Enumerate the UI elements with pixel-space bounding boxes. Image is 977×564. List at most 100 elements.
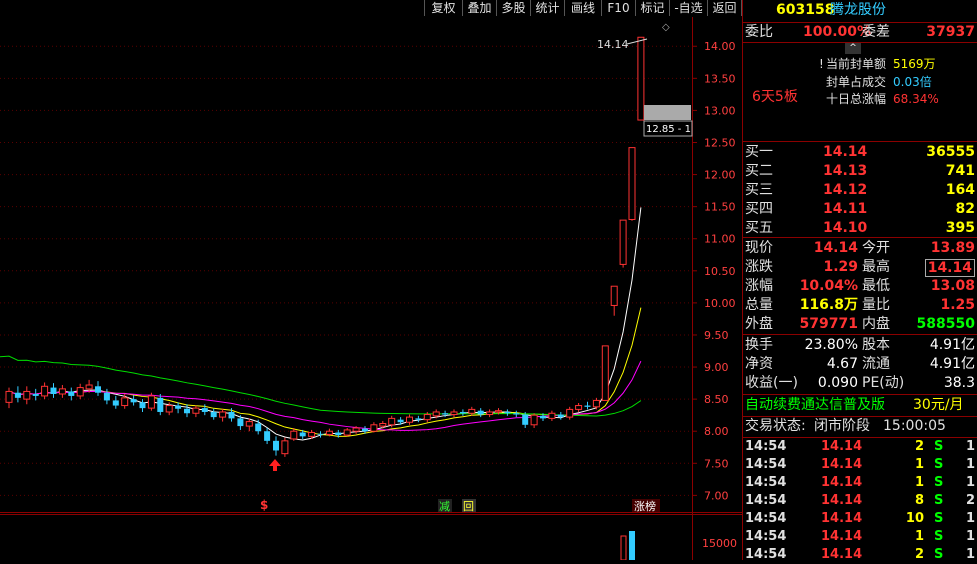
candle-body bbox=[121, 397, 129, 407]
candle-body bbox=[32, 394, 39, 396]
price-tick-label: 12.00 bbox=[704, 169, 736, 182]
candle-body bbox=[245, 421, 253, 427]
candle-body bbox=[308, 431, 316, 437]
tick-direction: S bbox=[934, 529, 944, 544]
grid-lines bbox=[0, 45, 692, 496]
kline-chart[interactable]: 14.00 13.50 13.00 12.50 12.00 11.50 11.00 10.50… bbox=[0, 17, 742, 560]
price-tick-label: 7.00 bbox=[704, 489, 729, 502]
tick-price: 14.14 bbox=[821, 511, 863, 526]
toolbar-button-watchlist[interactable]: -自选 bbox=[669, 0, 707, 16]
trade-state-value: 闭市阶段 bbox=[814, 418, 870, 434]
bid-row[interactable]: 买一 14.14 36555 bbox=[743, 143, 977, 162]
candle-body bbox=[575, 405, 583, 410]
candle-body bbox=[264, 431, 271, 441]
candle-body bbox=[548, 412, 556, 419]
bid-row[interactable]: 买三 14.12 164 bbox=[743, 181, 977, 200]
stock-name: 腾龙股份 bbox=[830, 2, 886, 18]
bid-label: 买一 bbox=[745, 144, 773, 160]
bid-volume: 82 bbox=[955, 201, 975, 217]
tick-price: 14.14 bbox=[821, 547, 863, 562]
bid-label: 买五 bbox=[745, 220, 773, 236]
tick-row: 14:54 14.14 2 S 1 bbox=[743, 546, 977, 564]
candle-body bbox=[299, 432, 306, 437]
price-tick-label: 7.50 bbox=[704, 457, 729, 470]
candle-body bbox=[601, 345, 609, 401]
toolbar-button-multi[interactable]: 多股 bbox=[496, 0, 530, 16]
bid-price: 14.14 bbox=[823, 144, 868, 160]
candle-body bbox=[432, 411, 440, 417]
price-tick-label: 9.50 bbox=[704, 329, 729, 342]
candle-body bbox=[540, 415, 546, 419]
fundamental-row: 换手 23.80% 股本 4.91亿 bbox=[743, 336, 977, 355]
candle-body bbox=[610, 285, 618, 306]
quote-label: 今开 bbox=[862, 240, 890, 256]
upgrade-ad[interactable]: 自动续费通达信普及版 30元/月 bbox=[743, 396, 977, 415]
tick-direction: S bbox=[934, 439, 944, 454]
expand-up-icon[interactable]: ^ bbox=[845, 43, 861, 54]
ad-text[interactable]: 自动续费通达信普及版 bbox=[745, 396, 885, 415]
bid-label: 买二 bbox=[745, 163, 773, 179]
trade-state-time: 15:00:05 bbox=[883, 418, 946, 434]
reduce-marker: 减 bbox=[439, 500, 450, 513]
fund-label: PE(动) bbox=[862, 375, 905, 391]
quote-value: 14.14 bbox=[924, 259, 975, 277]
candle-body bbox=[592, 399, 600, 408]
chart-toolbar: 复权 叠加 多股 统计 画线 F10 标记 -自选 返回 bbox=[0, 0, 742, 17]
candle-body bbox=[184, 408, 190, 414]
candle-body bbox=[58, 388, 66, 395]
tick-price: 14.14 bbox=[821, 493, 863, 508]
tick-time: 14:54 bbox=[745, 457, 787, 472]
price-tick-label: 10.50 bbox=[704, 265, 736, 278]
fund-value: 4.91亿 bbox=[929, 337, 975, 353]
toolbar-button-back[interactable]: 返回 bbox=[707, 0, 742, 16]
candle-body bbox=[228, 411, 235, 419]
bid-row[interactable]: 买五 14.10 395 bbox=[743, 219, 977, 238]
candle-body bbox=[397, 419, 404, 423]
price-tick-label: 12.50 bbox=[704, 136, 736, 149]
quote-value: 588550 bbox=[916, 316, 975, 332]
quote-label: 现价 bbox=[745, 240, 773, 256]
bid-row[interactable]: 买四 14.11 82 bbox=[743, 200, 977, 219]
candle-body bbox=[255, 423, 262, 432]
candle-body bbox=[522, 414, 529, 425]
tick-count: 1 bbox=[965, 439, 975, 454]
fundamental-row: 收益(一) 0.090 PE(动) 38.3 bbox=[743, 374, 977, 393]
current-price-tag-text: 12.85 - 1 bbox=[646, 124, 691, 135]
ad-price[interactable]: 30元/月 bbox=[913, 396, 964, 415]
quote-value: 14.14 bbox=[813, 240, 858, 256]
tick-direction: S bbox=[934, 493, 944, 508]
toolbar-button-draw[interactable]: 画线 bbox=[564, 0, 601, 16]
toolbar-button-fuquan[interactable]: 复权 bbox=[424, 0, 462, 16]
bid-row[interactable]: 买二 14.13 741 bbox=[743, 162, 977, 181]
toolbar-button-f10[interactable]: F10 bbox=[601, 0, 635, 16]
toolbar-button-mark[interactable]: 标记 bbox=[635, 0, 669, 16]
price-highlight-box bbox=[644, 105, 691, 120]
quote-label: 最高 bbox=[862, 259, 890, 275]
candle-body bbox=[76, 387, 84, 397]
kline-chart-svg[interactable]: 14.00 13.50 13.00 12.50 12.00 11.50 11.00 10.50… bbox=[0, 17, 742, 560]
candle-body bbox=[130, 399, 137, 403]
toolbar-button-overlay[interactable]: 叠加 bbox=[462, 0, 496, 16]
fund-value: 0.090 bbox=[817, 375, 858, 391]
toolbar-button-stats[interactable]: 统计 bbox=[530, 0, 564, 16]
quote-value: 13.08 bbox=[930, 278, 975, 294]
candle-body bbox=[210, 411, 217, 418]
quote-label: 涨幅 bbox=[745, 278, 773, 294]
candle-body bbox=[103, 392, 110, 401]
candle-body bbox=[379, 423, 387, 427]
tick-count: 1 bbox=[965, 475, 975, 490]
tick-row: 14:54 14.14 10 S 1 bbox=[743, 510, 977, 528]
price-tick-label: 9.00 bbox=[704, 361, 729, 374]
candle-body bbox=[290, 430, 298, 440]
fund-value: 23.80% bbox=[804, 337, 858, 353]
buy-arrow-icon bbox=[269, 459, 281, 471]
quote-label: 外盘 bbox=[745, 316, 773, 332]
candle-body bbox=[504, 411, 511, 414]
tick-time: 14:54 bbox=[745, 511, 787, 526]
candle-body bbox=[219, 411, 227, 418]
tick-count: 1 bbox=[965, 547, 975, 562]
ma20-line bbox=[8, 360, 642, 431]
candle-body bbox=[5, 390, 13, 403]
candle-body bbox=[14, 392, 21, 398]
tick-row: 14:54 14.14 2 S 1 bbox=[743, 438, 977, 456]
